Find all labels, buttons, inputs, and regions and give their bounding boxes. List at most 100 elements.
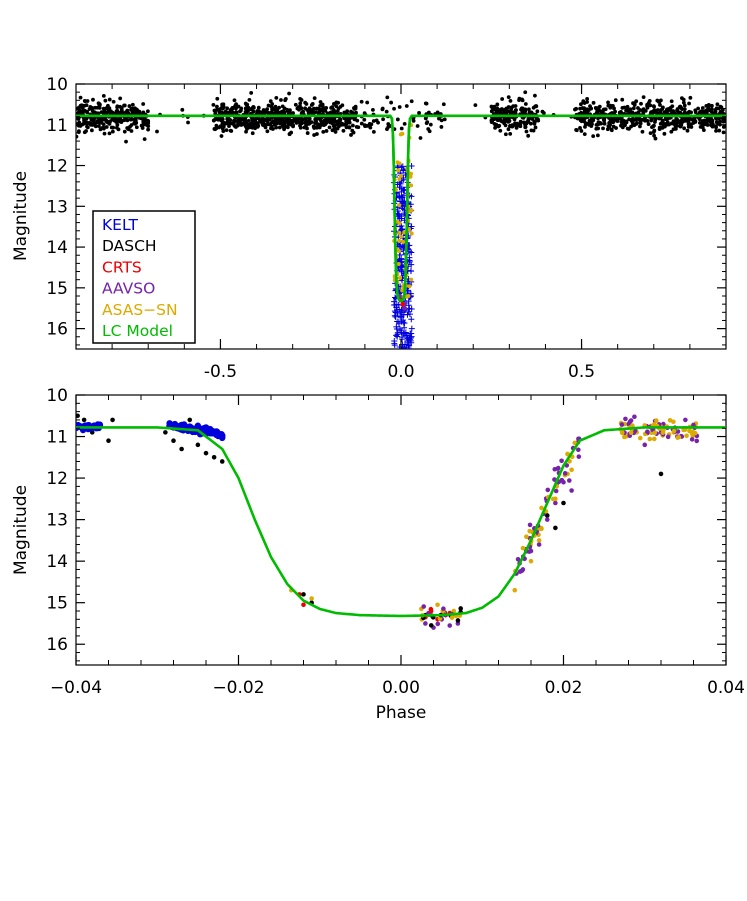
dasch-point (211, 102, 216, 107)
dasch-point (133, 121, 137, 126)
dasch-point (247, 122, 251, 127)
dasch-point (514, 124, 519, 128)
dasch-point (503, 123, 508, 128)
dasch-point (500, 97, 505, 101)
dasch-point (652, 133, 656, 138)
asassn-point (409, 171, 414, 176)
dasch-point (283, 98, 288, 103)
light-curve-figure: 10 11 12 13 14 15 16 -0.5 0.0 0.5 Magnitude KELT D… (11, 75, 745, 723)
dasch-point (110, 129, 115, 134)
series-point-bottom (455, 618, 461, 623)
dasch-point (381, 117, 385, 122)
ytick-label: 11 (46, 116, 68, 136)
series-point-out (623, 416, 628, 422)
dasch-point (601, 117, 606, 122)
series-point-egress (517, 569, 523, 574)
dasch-point (280, 104, 285, 109)
ytick-label: 10 (46, 75, 68, 95)
dasch-point (233, 125, 238, 129)
bottom-model-line (76, 426, 726, 618)
dasch-point (97, 102, 102, 107)
ytick-label: 12 (46, 469, 68, 489)
series-point-dasch (179, 446, 184, 452)
dasch-point (718, 110, 723, 114)
dasch-point (682, 103, 687, 108)
dasch-point (155, 129, 159, 134)
dasch-point (714, 106, 719, 111)
dasch-point (502, 108, 507, 113)
dasch-point (473, 103, 478, 107)
series-point-egress (520, 545, 526, 551)
asassn-point (397, 161, 402, 166)
ytick-label: 16 (46, 635, 68, 655)
series-point-kelt (215, 432, 222, 440)
dasch-point (639, 101, 643, 106)
dasch-point (627, 109, 632, 113)
dasch-point (645, 102, 650, 107)
series-point-dasch (195, 442, 201, 448)
dasch-point (521, 120, 526, 125)
dasch-point (715, 102, 720, 107)
dasch-point (721, 130, 726, 135)
series-point-bottom (449, 615, 455, 620)
asassn-point (398, 132, 403, 137)
series-point-out (654, 418, 659, 423)
legend-entry: LC Model (102, 322, 173, 340)
dasch-point (667, 107, 671, 112)
dasch-point (662, 131, 667, 136)
legend-entry: ASAS−SN (102, 301, 178, 319)
dasch-point (506, 105, 511, 109)
dasch-point (266, 103, 271, 108)
asassn-point (397, 221, 402, 226)
series-point-out (684, 433, 689, 439)
dasch-point (99, 120, 104, 125)
dasch-point (518, 119, 523, 124)
kelt-point (408, 163, 415, 170)
top-legend: KELT DASCH CRTS AAVSO ASAS−SN LC Model (92, 210, 196, 344)
dasch-point (102, 109, 106, 114)
dasch-point (270, 102, 275, 106)
xtick-label: −0.04 (50, 678, 102, 698)
dasch-point (402, 121, 407, 126)
series-point-egress (527, 528, 532, 534)
dasch-point (269, 110, 274, 115)
dasch-point (246, 109, 250, 114)
series-point-aavso (423, 621, 428, 626)
dasch-point (76, 134, 79, 139)
dasch-point (629, 118, 634, 123)
dasch-point (324, 129, 329, 133)
dasch-point (634, 116, 639, 121)
dasch-point (520, 98, 525, 103)
dasch-point (76, 117, 81, 121)
dasch-point (596, 120, 601, 125)
series-point-egress (552, 466, 558, 472)
dasch-point (533, 93, 537, 98)
series-point-egress (576, 447, 581, 453)
dasch-point (265, 119, 270, 124)
dasch-point (323, 122, 328, 127)
dasch-point (102, 131, 107, 136)
dasch-point (696, 106, 701, 111)
dasch-point (508, 131, 513, 136)
dasch-point (109, 109, 113, 114)
series-point-dasch (553, 525, 558, 531)
dasch-point (533, 125, 538, 130)
series-point-out (694, 438, 700, 444)
dasch-point (584, 121, 589, 126)
dasch-point (706, 103, 711, 107)
series-point-dasch (301, 592, 306, 597)
dasch-point (291, 124, 295, 129)
dasch-point (596, 108, 601, 113)
dasch-point (705, 123, 710, 127)
dasch-point (341, 128, 346, 133)
dasch-point (298, 104, 302, 109)
dasch-point (641, 109, 646, 114)
asassn-point (397, 238, 402, 243)
dasch-point (211, 118, 216, 123)
series-point-dasch (110, 417, 115, 423)
dasch-point (114, 119, 118, 124)
dasch-point (535, 109, 540, 114)
dasch-point (124, 139, 128, 144)
dasch-point (574, 106, 579, 111)
dasch-point (418, 136, 423, 140)
